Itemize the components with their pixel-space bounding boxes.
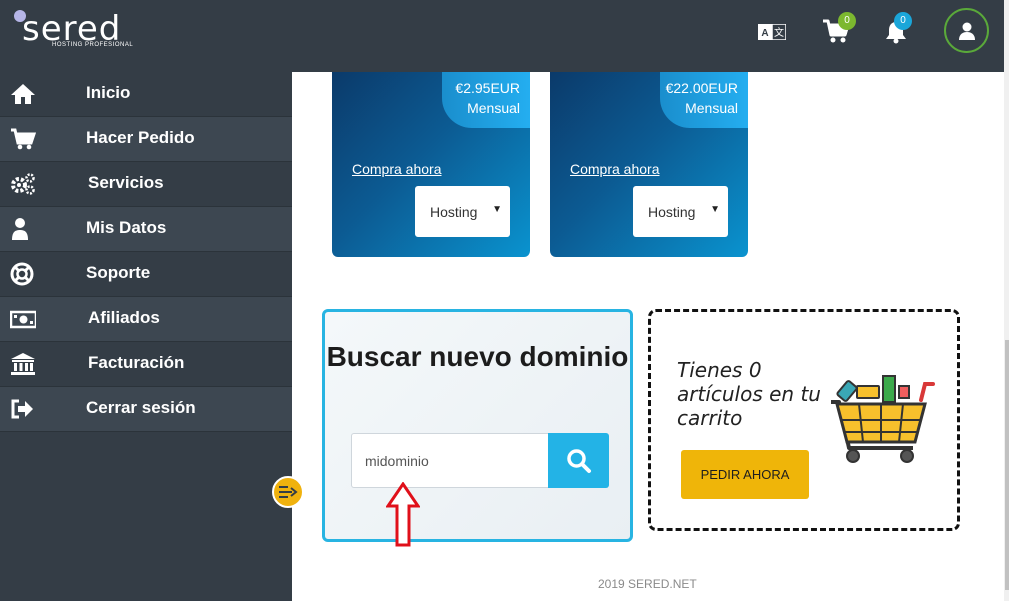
- sidebar-item-label: Facturación: [88, 353, 185, 372]
- translate-icon[interactable]: A 文: [758, 24, 786, 40]
- select-value: Hosting: [430, 204, 478, 220]
- cart-message: Tienes 0 artículos en tu carrito: [677, 358, 821, 430]
- price-period: Mensual: [685, 100, 738, 116]
- product-card: €2.95EUR Mensual Compra ahora Hosting ▼: [332, 72, 530, 257]
- product-card: €22.00EUR Mensual Compra ahora Hosting ▼: [550, 72, 748, 257]
- footer-copyright: 2019 SERED.NET: [598, 577, 697, 591]
- dropdown-arrow-icon: ▼: [710, 204, 720, 215]
- sidebar-item-label: Mis Datos: [86, 218, 167, 237]
- domain-search-panel: Buscar nuevo dominio: [322, 309, 633, 542]
- user-icon: [12, 218, 28, 240]
- sidebar-item-hacer-pedido[interactable]: Hacer Pedido: [0, 117, 292, 162]
- price-period: Mensual: [467, 100, 520, 116]
- cart-count-badge: 0: [838, 12, 856, 30]
- bank-icon: [11, 353, 35, 375]
- sidebar-item-servicios[interactable]: Servicios: [0, 162, 292, 207]
- scrollbar-thumb[interactable]: [1005, 340, 1009, 590]
- domain-search-input[interactable]: [351, 433, 549, 488]
- sidebar-item-label: Soporte: [86, 263, 151, 282]
- order-now-button[interactable]: PEDIR AHORA: [681, 450, 809, 499]
- buy-now-link[interactable]: Compra ahora: [570, 161, 660, 177]
- price-pill: €22.00EUR Mensual: [660, 72, 748, 128]
- user-icon: [958, 22, 975, 40]
- sidebar-item-label: Servicios: [88, 173, 164, 192]
- cart-summary-panel: Tienes 0 artículos en tu carrito PEDIR A…: [648, 309, 960, 531]
- sidebar-item-label: Inicio: [86, 83, 131, 102]
- user-menu-button[interactable]: [944, 8, 989, 53]
- sidebar-item-facturacion[interactable]: Facturación: [0, 342, 292, 387]
- logo-subtitle: HOSTING PROFESIONAL: [52, 42, 134, 48]
- collapse-arrow-icon: [279, 486, 298, 498]
- price-amount: €22.00EUR: [665, 80, 738, 96]
- product-type-select[interactable]: Hosting ▼: [415, 186, 510, 237]
- notification-count-badge: 0: [894, 12, 912, 30]
- cart-icon: [11, 128, 36, 150]
- sidebar-item-label: Cerrar sesión: [86, 398, 196, 417]
- product-type-select[interactable]: Hosting ▼: [633, 186, 728, 237]
- domain-search-button[interactable]: [548, 433, 609, 488]
- money-icon: [10, 310, 36, 329]
- sidebar-item-soporte[interactable]: Soporte: [0, 252, 292, 297]
- top-bar: sered HOSTING PROFESIONAL A 文 0 0: [0, 0, 1004, 72]
- domain-search-title: Buscar nuevo dominio: [326, 341, 629, 372]
- sidebar-item-inicio[interactable]: Inicio: [0, 72, 292, 117]
- home-icon: [11, 84, 35, 104]
- sign-out-icon: [11, 399, 33, 419]
- select-value: Hosting: [648, 204, 696, 220]
- logo[interactable]: sered HOSTING PROFESIONAL: [14, 8, 134, 54]
- sidebar-item-cerrar-sesion[interactable]: Cerrar sesión: [0, 387, 292, 432]
- price-pill: €2.95EUR Mensual: [442, 72, 530, 128]
- svg-text:A: A: [761, 28, 768, 39]
- lifebuoy-icon: [10, 262, 34, 286]
- sidebar-item-afiliados[interactable]: Afiliados: [0, 297, 292, 342]
- buy-now-link[interactable]: Compra ahora: [352, 161, 442, 177]
- price-amount: €2.95EUR: [455, 80, 520, 96]
- red-arrow-annotation: [386, 482, 420, 547]
- gears-icon: [11, 173, 35, 195]
- sidebar-item-mis-datos[interactable]: Mis Datos: [0, 207, 292, 252]
- dropdown-arrow-icon: ▼: [492, 204, 502, 215]
- sidebar-item-label: Hacer Pedido: [86, 128, 195, 147]
- svg-text:文: 文: [774, 26, 784, 39]
- shopping-cart-illustration: [831, 375, 935, 463]
- search-icon: [566, 448, 591, 473]
- sidebar: Inicio Hacer Pedido Servicios Mis Datos: [0, 72, 292, 601]
- sidebar-item-label: Afiliados: [88, 308, 160, 327]
- sidebar-toggle-button[interactable]: [272, 476, 304, 508]
